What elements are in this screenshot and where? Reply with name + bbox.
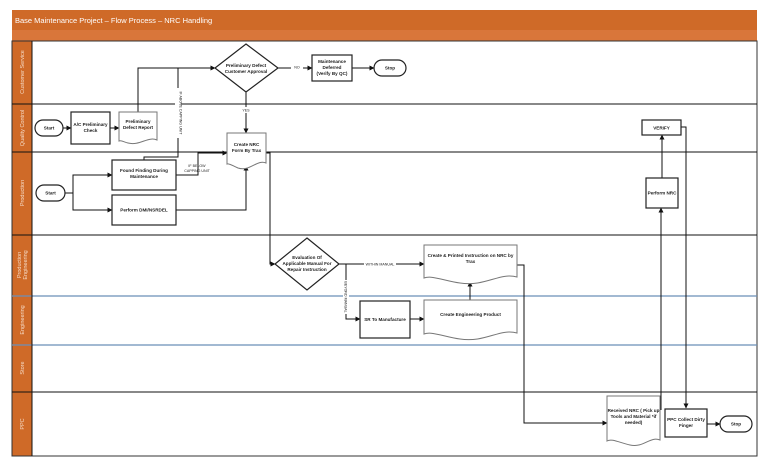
edge-label-below-capping-1: IF BELOW bbox=[188, 164, 206, 168]
svg-text:Check: Check bbox=[84, 128, 98, 133]
terminator-production-start[interactable]: Start bbox=[35, 184, 66, 202]
svg-text:Start: Start bbox=[45, 191, 56, 196]
svg-text:Preliminary Defect: Preliminary Defect bbox=[226, 63, 267, 68]
svg-text:Create Engineering Product: Create Engineering Product bbox=[440, 312, 501, 317]
svg-text:Create & Printed Instruction o: Create & Printed Instruction on NRC by bbox=[428, 253, 514, 258]
svg-text:VERIFY: VERIFY bbox=[653, 126, 670, 131]
lane-engineering: Engineering bbox=[20, 305, 26, 334]
svg-text:Evaluation Of: Evaluation Of bbox=[292, 255, 322, 260]
svg-text:Customer Approval: Customer Approval bbox=[225, 69, 267, 74]
document-create-nrc-form[interactable]: Create NRC Form By Trax bbox=[226, 132, 267, 170]
connector bbox=[72, 193, 113, 213]
decision-evaluation-manual[interactable]: Evaluation Of Applicable Manual For Repa… bbox=[274, 237, 340, 291]
edge-label-no: NO bbox=[294, 66, 300, 70]
edge-label-yes: YES bbox=[242, 109, 250, 113]
svg-text:Stop: Stop bbox=[731, 422, 741, 427]
document-preliminary-defect-report[interactable]: Preliminary Defect Report bbox=[118, 111, 158, 145]
svg-text:Start: Start bbox=[44, 126, 55, 131]
svg-text:(Verify By QC): (Verify By QC) bbox=[317, 71, 348, 76]
process-verify[interactable]: VERIFY bbox=[641, 119, 682, 136]
svg-text:Repair Instruction: Repair Instruction bbox=[287, 267, 327, 272]
process-maintenance-deferred[interactable]: Maintenance Deferred (Verify By QC) bbox=[311, 54, 353, 82]
decision-customer-approval[interactable]: Preliminary Defect Customer Approval bbox=[214, 43, 279, 93]
lane-store: Store bbox=[20, 361, 26, 374]
svg-text:Form By Trax: Form By Trax bbox=[232, 148, 262, 153]
connector bbox=[517, 264, 608, 426]
svg-text:Defect Report: Defect Report bbox=[123, 125, 154, 130]
svg-text:Perform NRC: Perform NRC bbox=[648, 191, 678, 196]
process-sr-to-manufacture[interactable]: SR To Manufacture bbox=[359, 300, 411, 339]
svg-text:Stop: Stop bbox=[385, 66, 395, 71]
lane-label-column bbox=[11, 40, 33, 457]
svg-text:PPC Collect Dirty: PPC Collect Dirty bbox=[667, 417, 705, 422]
document-create-engineering-product[interactable]: Create Engineering Product bbox=[423, 299, 518, 341]
svg-text:Create NRC: Create NRC bbox=[234, 142, 260, 147]
connector bbox=[65, 172, 113, 194]
terminator-stop-1[interactable]: Stop bbox=[373, 59, 407, 77]
svg-text:Deferred: Deferred bbox=[323, 65, 342, 70]
edge-label-beyond-manual: BEYOND MANUAL bbox=[344, 281, 348, 312]
document-received-nrc[interactable]: Received NRC ( Pick up Tools and Materia… bbox=[606, 395, 661, 446]
connector bbox=[681, 126, 689, 409]
svg-text:Maintenance: Maintenance bbox=[130, 174, 158, 179]
process-found-finding[interactable]: Found Finding During Maintenance bbox=[111, 159, 177, 191]
svg-text:Maintenance: Maintenance bbox=[318, 59, 346, 64]
document-create-printed-instruction[interactable]: Create & Printed Instruction on NRC by T… bbox=[423, 244, 518, 285]
svg-text:Preliminary: Preliminary bbox=[125, 119, 150, 124]
lane-production-engineering-2: Engineering bbox=[23, 250, 29, 279]
connectors bbox=[63, 65, 721, 427]
process-ppc-collect-dirty-finger[interactable]: PPC Collect Dirty Finger bbox=[664, 408, 708, 438]
svg-text:Found Finding During: Found Finding During bbox=[120, 168, 168, 173]
swimlane-frame bbox=[11, 40, 758, 457]
svg-text:Received NRC ( Pick up: Received NRC ( Pick up bbox=[608, 408, 660, 413]
flow-diagram: Base Maintenance Project – Flow Process … bbox=[11, 10, 758, 457]
svg-text:needed): needed) bbox=[625, 420, 643, 425]
edge-label-within-manual: WITHIN MANUAL bbox=[366, 263, 395, 267]
lane-customer-service: Customer Service bbox=[20, 50, 26, 94]
connector bbox=[266, 152, 276, 267]
lane-ppc: PPC bbox=[20, 418, 26, 429]
svg-text:A/C Preliminary: A/C Preliminary bbox=[73, 122, 108, 127]
edge-label-below-capping-2: CAPPING UNIT bbox=[184, 169, 210, 173]
lane-production: Production bbox=[20, 180, 26, 206]
lane-quality-control: Quality Control bbox=[20, 110, 26, 146]
process-ac-preliminary-check[interactable]: A/C Preliminary Check bbox=[70, 111, 111, 145]
terminator-stop-2[interactable]: Stop bbox=[719, 415, 753, 433]
svg-text:Trax: Trax bbox=[466, 259, 476, 264]
svg-text:Applicable Manual For: Applicable Manual For bbox=[282, 261, 331, 266]
process-perform-dmi[interactable]: Perform DMI/NSRDEL bbox=[111, 194, 177, 226]
svg-text:Finger: Finger bbox=[679, 423, 693, 428]
svg-text:Tools and Material *if: Tools and Material *if bbox=[611, 414, 657, 419]
terminator-qc-start[interactable]: Start bbox=[34, 119, 64, 137]
edge-label-above-capping: IF ABOVE CAPPING UNIT bbox=[179, 92, 183, 136]
process-perform-nrc[interactable]: Perform NRC bbox=[645, 177, 679, 209]
header-band bbox=[12, 30, 757, 41]
svg-text:SR To Manufacture: SR To Manufacture bbox=[364, 317, 406, 322]
diagram-title: Base Maintenance Project – Flow Process … bbox=[15, 16, 212, 25]
svg-text:Perform DMI/NSRDEL: Perform DMI/NSRDEL bbox=[120, 208, 168, 213]
